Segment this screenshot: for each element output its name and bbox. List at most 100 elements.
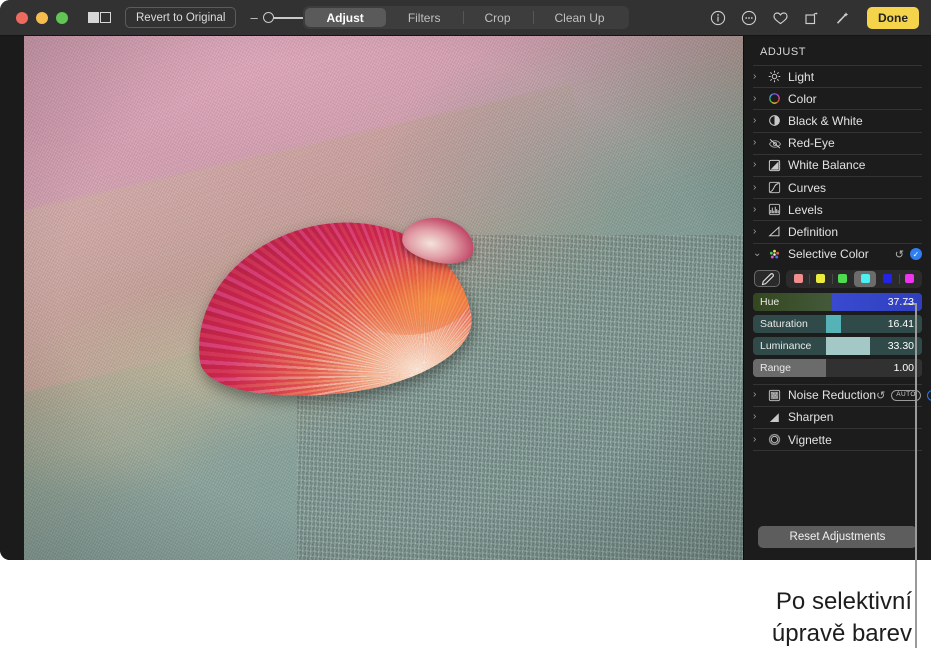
auto-enhance-wand-icon[interactable] <box>833 9 851 27</box>
swatch-dot <box>905 274 914 283</box>
slider-label: Hue <box>753 296 779 308</box>
sidebar-list-end-divider <box>753 450 922 451</box>
tab-crop[interactable]: Crop <box>462 8 532 27</box>
chevron-down-icon[interactable]: ⌄ <box>753 249 766 259</box>
chevron-right-icon[interactable]: › <box>753 138 766 148</box>
chevron-right-icon[interactable]: › <box>753 94 766 104</box>
swatch-dot <box>794 274 803 283</box>
sidebar-item-curves[interactable]: › Curves <box>753 176 922 198</box>
noise-reduction-actions: ↺ AUTO <box>876 389 931 402</box>
chevron-right-icon[interactable]: › <box>753 160 766 170</box>
revert-arrow-icon[interactable]: ↺ <box>876 389 885 402</box>
callout-leader-vertical <box>915 303 917 648</box>
chevron-right-icon[interactable]: › <box>753 390 766 400</box>
slider-thumb-fill[interactable] <box>826 337 870 355</box>
chevron-right-icon[interactable]: › <box>753 227 766 237</box>
checkmark-icon[interactable]: ✓ <box>910 248 922 260</box>
split-view-toggle[interactable] <box>88 12 111 23</box>
figure-caption: Po selektivní úpravě barev <box>640 586 912 649</box>
slider-saturation[interactable]: Saturation 16.41 <box>753 315 922 333</box>
swatch-blue[interactable] <box>876 271 898 287</box>
sidebar-item-noise-reduction[interactable]: › Noise Reduction ↺ AUTO <box>753 384 922 406</box>
sidebar-item-label: Curves <box>788 181 826 195</box>
more-options-icon[interactable] <box>740 9 758 27</box>
swatch-red[interactable] <box>787 271 809 287</box>
revert-arrow-icon[interactable]: ↺ <box>895 248 904 261</box>
tab-clean-up[interactable]: Clean Up <box>533 8 627 27</box>
toolbar-right-actions: Done <box>709 7 923 29</box>
slider-thumb-fill[interactable] <box>826 315 841 333</box>
favorite-heart-icon[interactable] <box>771 9 789 27</box>
chevron-right-icon[interactable]: › <box>753 72 766 82</box>
sidebar-item-white-balance[interactable]: › White Balance <box>753 154 922 176</box>
minimize-window-button[interactable] <box>36 12 48 24</box>
sidebar-item-label: Red-Eye <box>788 136 835 150</box>
slider-range[interactable]: Range 1.00 <box>753 359 922 377</box>
sidebar-item-label: Black & White <box>788 114 863 128</box>
edited-photo-image <box>24 36 743 560</box>
sidebar-item-vignette[interactable]: › Vignette <box>753 428 922 450</box>
outline-square-icon <box>100 12 111 23</box>
slider-value: 1.00 <box>894 362 922 374</box>
chevron-right-icon[interactable]: › <box>753 205 766 215</box>
eyedropper-icon[interactable] <box>754 270 780 287</box>
rotate-icon[interactable] <box>802 9 820 27</box>
half-circle-icon <box>766 114 783 127</box>
slider-label: Range <box>753 362 791 374</box>
sidebar-item-light[interactable]: › Light <box>753 65 922 87</box>
reset-adjustments-button[interactable]: Reset Adjustments <box>758 526 917 548</box>
sidebar-item-levels[interactable]: › Levels <box>753 198 922 220</box>
zoom-window-button[interactable] <box>56 12 68 24</box>
sidebar-item-label: Sharpen <box>788 410 833 424</box>
filled-square-icon <box>88 12 99 23</box>
chevron-right-icon[interactable]: › <box>753 183 766 193</box>
zoom-out-label[interactable]: – <box>250 11 257 24</box>
slider-luminance[interactable]: Luminance 33.30 <box>753 337 922 355</box>
definition-icon <box>766 225 783 238</box>
chevron-right-icon[interactable]: › <box>753 435 766 445</box>
slider-label: Saturation <box>753 318 808 330</box>
slider-value: 16.41 <box>888 318 922 330</box>
slider-label: Luminance <box>753 340 811 352</box>
sidebar-item-label: Noise Reduction <box>788 388 876 402</box>
swatch-dot <box>838 274 847 283</box>
selective-color-panel: Hue 37.73 Saturation 16.41 Lum <box>753 265 922 384</box>
sidebar-item-definition[interactable]: › Definition <box>753 220 922 242</box>
swatch-magenta[interactable] <box>899 271 921 287</box>
sidebar-item-selective-color[interactable]: ⌄ Selective Color ↺ ✓ <box>753 243 922 265</box>
chevron-right-icon[interactable]: › <box>753 116 766 126</box>
window-traffic-lights <box>16 12 68 24</box>
circle-outline-icon[interactable] <box>927 390 931 401</box>
sharpen-icon <box>766 411 783 424</box>
sidebar-item-black-and-white[interactable]: › Black & White <box>753 109 922 131</box>
tab-adjust[interactable]: Adjust <box>304 8 385 27</box>
chevron-right-icon[interactable]: › <box>753 412 766 422</box>
done-button[interactable]: Done <box>867 7 919 29</box>
photo-vignette <box>24 36 743 560</box>
color-swatches <box>786 270 922 288</box>
slider-value: 33.30 <box>888 340 922 352</box>
selective-color-icon <box>766 248 783 261</box>
adjustment-list: › Light › Color › <box>744 65 931 526</box>
color-wheel-icon <box>766 92 783 105</box>
sidebar-title: ADJUST <box>744 36 931 65</box>
sidebar-item-color[interactable]: › Color <box>753 87 922 109</box>
sidebar-item-red-eye[interactable]: › Red-Eye <box>753 132 922 154</box>
revert-to-original-button[interactable]: Revert to Original <box>125 7 236 28</box>
swatch-dot <box>816 274 825 283</box>
swatch-yellow[interactable] <box>809 271 831 287</box>
adjust-sidebar: ADJUST › Light › Color <box>743 36 931 560</box>
info-icon[interactable] <box>709 9 727 27</box>
swatch-dot <box>883 274 892 283</box>
photo-canvas[interactable] <box>0 36 743 560</box>
zoom-slider-knob[interactable] <box>263 12 274 23</box>
close-window-button[interactable] <box>16 12 28 24</box>
sidebar-item-sharpen[interactable]: › Sharpen <box>753 406 922 428</box>
slider-hue[interactable]: Hue 37.73 <box>753 293 922 311</box>
swatch-cyan-selected[interactable] <box>854 271 876 287</box>
swatch-green[interactable] <box>832 271 854 287</box>
sun-icon <box>766 70 783 83</box>
sidebar-item-label: Light <box>788 70 814 84</box>
tab-filters[interactable]: Filters <box>386 8 463 27</box>
caption-line-1: Po selektivní <box>640 586 912 618</box>
